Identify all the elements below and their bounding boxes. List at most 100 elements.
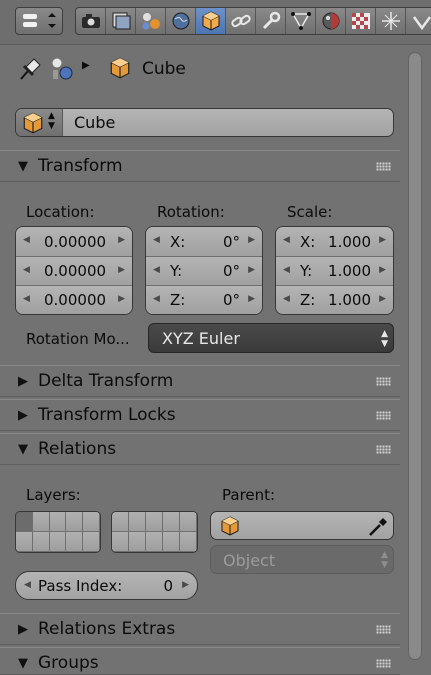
layers-grid-left[interactable] xyxy=(15,511,101,553)
decrement-arrow-icon[interactable]: ◀ xyxy=(283,235,290,245)
eyedropper-icon[interactable] xyxy=(367,514,389,538)
rotation-z-field[interactable]: ◀ Z: 0° ▶ xyxy=(146,285,262,314)
layer-toggle[interactable] xyxy=(180,512,197,532)
location-fields: ◀ 0.00000 ▶ ◀ 0.00000 ▶ ◀ 0.00000 ▶ xyxy=(15,226,133,315)
decrement-arrow-icon[interactable]: ◀ xyxy=(153,294,160,304)
tab-render[interactable] xyxy=(76,8,106,34)
tab-physics[interactable] xyxy=(406,8,431,34)
layer-toggle[interactable] xyxy=(83,512,100,532)
panel-groups-header[interactable]: ▼ Groups xyxy=(0,647,400,675)
panel-delta-transform-header[interactable]: ▶ Delta Transform xyxy=(0,365,400,397)
tab-object-data[interactable] xyxy=(286,8,316,34)
parent-field[interactable] xyxy=(210,511,394,540)
scrollbar-thumb[interactable] xyxy=(408,52,422,660)
rotation-mode-dropdown[interactable]: XYZ Euler ▲▼ xyxy=(148,323,394,353)
scale-label: Scale: xyxy=(287,203,332,221)
location-x-field[interactable]: ◀ 0.00000 ▶ xyxy=(16,227,132,256)
object-name-input[interactable]: Cube xyxy=(74,113,115,132)
tab-scene[interactable] xyxy=(136,8,166,34)
parent-label: Parent: xyxy=(222,486,275,504)
layer-toggle[interactable] xyxy=(50,532,67,552)
panel-transform-locks-header[interactable]: ▶ Transform Locks xyxy=(0,399,400,431)
increment-arrow-icon[interactable]: ▶ xyxy=(248,294,255,304)
drag-grip-icon[interactable] xyxy=(376,445,391,454)
scene-icon xyxy=(140,11,162,31)
expanded-triangle-icon: ▼ xyxy=(18,656,28,671)
decrement-arrow-icon[interactable]: ◀ xyxy=(153,265,160,275)
increment-arrow-icon[interactable]: ▶ xyxy=(182,580,189,590)
drag-grip-icon[interactable] xyxy=(376,162,391,171)
layer-toggle[interactable] xyxy=(16,512,33,532)
tab-material[interactable] xyxy=(316,8,346,34)
layer-toggle[interactable] xyxy=(180,532,197,552)
rotation-x-value: 0° xyxy=(223,233,240,251)
scale-x-value: 1.000 xyxy=(328,233,371,251)
layer-toggle[interactable] xyxy=(16,532,33,552)
layer-toggle[interactable] xyxy=(163,512,180,532)
layer-toggle[interactable] xyxy=(163,532,180,552)
object-datablock-browse-button[interactable]: ▲▼ xyxy=(16,109,63,136)
layer-toggle[interactable] xyxy=(112,512,129,532)
context-tabs xyxy=(75,7,431,35)
panel-relations-header[interactable]: ▼ Relations xyxy=(0,433,400,465)
layer-toggle[interactable] xyxy=(129,532,146,552)
layer-toggle[interactable] xyxy=(66,512,83,532)
pin-icon[interactable] xyxy=(18,56,42,82)
increment-arrow-icon[interactable]: ▶ xyxy=(118,294,125,304)
increment-arrow-icon[interactable]: ▶ xyxy=(379,294,386,304)
collapsed-triangle-icon: ▶ xyxy=(18,622,28,637)
layer-toggle[interactable] xyxy=(66,532,83,552)
increment-arrow-icon[interactable]: ▶ xyxy=(118,265,125,275)
decrement-arrow-icon[interactable]: ◀ xyxy=(153,235,160,245)
decrement-arrow-icon[interactable]: ◀ xyxy=(23,235,30,245)
panel-relations-extras-header[interactable]: ▶ Relations Extras xyxy=(0,613,400,645)
rotation-x-field[interactable]: ◀ X: 0° ▶ xyxy=(146,227,262,256)
layer-toggle[interactable] xyxy=(83,532,100,552)
increment-arrow-icon[interactable]: ▶ xyxy=(118,235,125,245)
panel-transform-header[interactable]: ▼ Transform xyxy=(0,150,400,182)
tab-particles[interactable] xyxy=(376,8,406,34)
drag-grip-icon[interactable] xyxy=(376,659,391,668)
parent-type-dropdown[interactable]: Object ▲▼ xyxy=(210,545,394,574)
tab-render-layers[interactable] xyxy=(106,8,136,34)
pass-index-value: 0 xyxy=(163,577,173,595)
rotation-z-value: 0° xyxy=(223,291,240,309)
layer-toggle[interactable] xyxy=(33,532,50,552)
tab-world[interactable] xyxy=(166,8,196,34)
decrement-arrow-icon[interactable]: ◀ xyxy=(24,580,31,590)
tab-texture[interactable] xyxy=(346,8,376,34)
decrement-arrow-icon[interactable]: ◀ xyxy=(23,265,30,275)
scale-x-field[interactable]: ◀ X: 1.000 ▶ xyxy=(276,227,393,256)
increment-arrow-icon[interactable]: ▶ xyxy=(248,265,255,275)
increment-arrow-icon[interactable]: ▶ xyxy=(379,265,386,275)
layer-toggle[interactable] xyxy=(129,512,146,532)
layer-toggle[interactable] xyxy=(146,512,163,532)
scale-z-field[interactable]: ◀ Z: 1.000 ▶ xyxy=(276,285,393,314)
tab-object[interactable] xyxy=(196,8,226,34)
scale-y-axis: Y: xyxy=(300,262,312,280)
location-z-field[interactable]: ◀ 0.00000 ▶ xyxy=(16,285,132,314)
decrement-arrow-icon[interactable]: ◀ xyxy=(283,265,290,275)
layer-toggle[interactable] xyxy=(146,532,163,552)
increment-arrow-icon[interactable]: ▶ xyxy=(248,235,255,245)
rotation-y-field[interactable]: ◀ Y: 0° ▶ xyxy=(146,256,262,285)
location-y-field[interactable]: ◀ 0.00000 ▶ xyxy=(16,256,132,285)
breadcrumb-separator-icon: ▶ xyxy=(82,60,90,71)
layer-toggle[interactable] xyxy=(33,512,50,532)
scale-y-field[interactable]: ◀ Y: 1.000 ▶ xyxy=(276,256,393,285)
tab-modifiers[interactable] xyxy=(256,8,286,34)
drag-grip-icon[interactable] xyxy=(376,411,391,420)
decrement-arrow-icon[interactable]: ◀ xyxy=(283,294,290,304)
layer-toggle[interactable] xyxy=(50,512,67,532)
layers-grid-right[interactable] xyxy=(111,511,198,553)
drag-grip-icon[interactable] xyxy=(376,377,391,386)
layer-toggle[interactable] xyxy=(112,532,129,552)
pass-index-field[interactable]: ◀ Pass Index: 0 ▶ xyxy=(15,571,198,600)
editor-type-selector[interactable] xyxy=(15,7,63,35)
object-name-field: ▲▼ Cube xyxy=(15,108,394,137)
increment-arrow-icon[interactable]: ▶ xyxy=(379,235,386,245)
tab-constraints[interactable] xyxy=(226,8,256,34)
decrement-arrow-icon[interactable]: ◀ xyxy=(23,294,30,304)
drag-grip-icon[interactable] xyxy=(376,625,391,634)
location-x-value: 0.00000 xyxy=(44,233,106,251)
